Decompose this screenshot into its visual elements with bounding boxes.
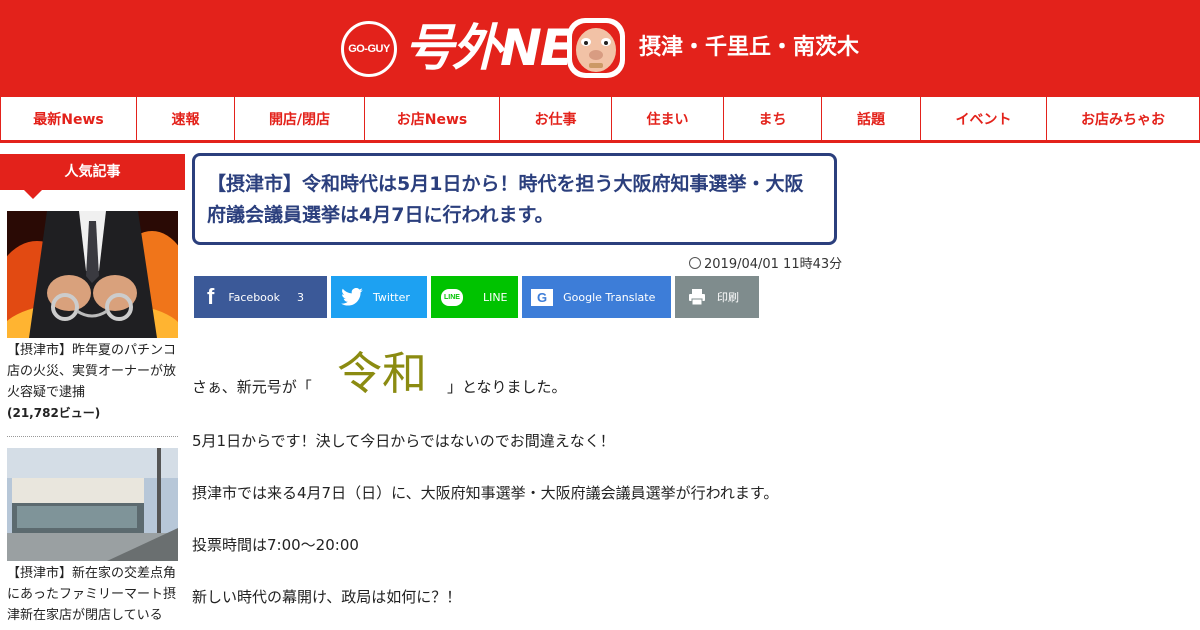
nav-latest-news[interactable]: 最新News [0, 97, 136, 140]
clock-icon [689, 257, 701, 269]
intro-after: 」となりました。 [447, 378, 567, 396]
site-header: GO-GUY 号外NET 摂津・千里丘・南茨木 [0, 0, 1200, 97]
era-name: 令和 [337, 347, 428, 400]
main-nav: 最新News 速報 開店/閉店 お店News お仕事 住まい まち 話題 イベン… [0, 97, 1200, 143]
print-button[interactable]: 印刷 [675, 276, 759, 318]
line-icon: LINE [441, 288, 463, 306]
share-count: 3 [297, 290, 305, 304]
handcuffs-image [7, 211, 178, 338]
nav-topics[interactable]: 話題 [821, 97, 920, 140]
popular-item-1[interactable]: 【摂津市】昨年夏のパチンコ店の火災、実質オーナーが放火容疑で逮捕 (21,782… [7, 340, 179, 424]
popular-heading: 人気記事 [0, 154, 185, 199]
nav-open-close[interactable]: 開店/閉店 [234, 97, 364, 140]
article-title: 【摂津市】令和時代は5月1日から！時代を担う大阪府知事選挙・大阪府議会議員選挙は… [192, 153, 837, 245]
intro-before: さぁ、新元号が「 [192, 378, 312, 396]
nav-events[interactable]: イベント [920, 97, 1046, 140]
twitter-icon [341, 288, 363, 306]
nav-town[interactable]: まち [723, 97, 821, 140]
printer-icon [689, 289, 705, 306]
facebook-icon: f [207, 284, 215, 309]
popular-item-title[interactable]: 【摂津市】新在家の交差点角にあったファミリーマート摂津新在家店が閉店している [7, 563, 179, 626]
area-name: 摂津・千里丘・南茨木 [639, 35, 860, 60]
nav-jobs[interactable]: お仕事 [499, 97, 611, 140]
popular-item-views: (21,782ビュー) [7, 406, 101, 420]
share-label: Twitter [373, 290, 410, 304]
share-line-button[interactable]: LINE LINE [431, 276, 518, 318]
nav-housing[interactable]: 住まい [611, 97, 723, 140]
popular-item-2[interactable]: 【摂津市】新在家の交差点角にあったファミリーマート摂津新在家店が閉店している [7, 563, 179, 626]
share-google-translate-button[interactable]: G Google Translate [522, 276, 671, 318]
share-twitter-button[interactable]: Twitter [331, 276, 427, 318]
sidebar-divider [7, 436, 178, 437]
date-text: 2019/04/01 11時43分 [704, 257, 843, 272]
popular-thumb-2[interactable] [7, 448, 178, 561]
share-label: Facebook [228, 290, 281, 304]
popular-sidebar: 人気記事 [0, 154, 185, 199]
article-date: 2019/04/01 11時43分 [689, 256, 842, 274]
share-facebook-button[interactable]: f Facebook 3 [194, 276, 327, 318]
nav-shop-view[interactable]: お店みちゃお [1046, 97, 1200, 140]
share-label: Google Translate [563, 290, 656, 304]
article-paragraph: 5月1日からです！決して今日からではないのでお間違えなく！ [192, 432, 615, 450]
article-paragraph: 新しい時代の幕開け、政局は如何に？！ [192, 588, 462, 606]
share-label: LINE [482, 290, 508, 304]
nav-breaking[interactable]: 速報 [136, 97, 234, 140]
article-paragraph: 摂津市では来る4月7日（日）に、大阪府知事選挙・大阪府議会議員選挙が行われます。 [192, 484, 779, 502]
go-guy-logo[interactable]: GO-GUY [341, 21, 397, 77]
google-translate-icon: G [531, 288, 554, 306]
popular-item-title[interactable]: 【摂津市】昨年夏のパチンコ店の火災、実質オーナーが放火容疑で逮捕 [7, 340, 179, 403]
mascot-icon [567, 18, 625, 78]
popular-thumb-1[interactable] [7, 211, 178, 338]
share-label: 印刷 [717, 291, 739, 304]
nav-shop-news[interactable]: お店News [364, 97, 499, 140]
storefront-image [7, 448, 178, 561]
article-paragraph: 投票時間は7:00〜20:00 [192, 536, 359, 554]
